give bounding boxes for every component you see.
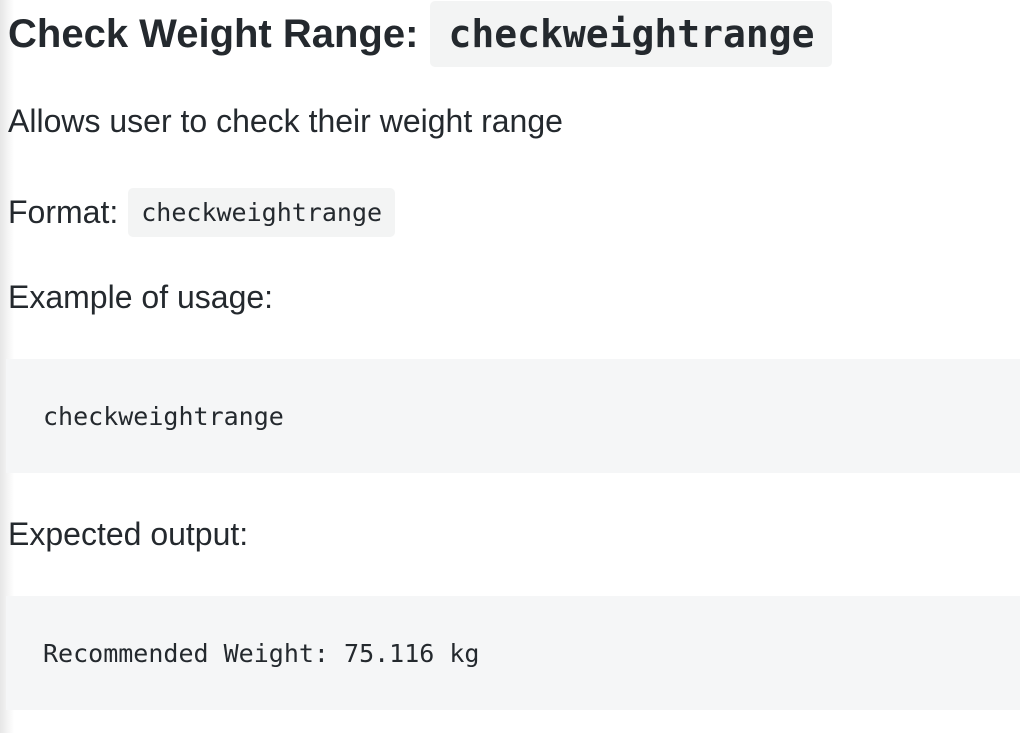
command-description: Allows user to check their weight range: [8, 103, 563, 139]
expected-output-code: Recommended Weight: 75.116 kg: [43, 638, 480, 668]
document-section: Check Weight Range: checkweightrange All…: [6, 0, 1020, 733]
heading-text: Check Weight Range:: [8, 11, 419, 56]
format-code: checkweightrange: [128, 188, 396, 237]
format-line: Format: checkweightrange: [8, 188, 396, 237]
heading-command-code: checkweightrange: [430, 1, 833, 67]
section-heading: Check Weight Range: checkweightrange: [8, 0, 833, 68]
example-code: checkweightrange: [43, 401, 284, 431]
expected-output-block: Recommended Weight: 75.116 kg: [6, 596, 1020, 710]
example-code-block: checkweightrange: [6, 359, 1020, 473]
expected-output-label: Expected output:: [8, 516, 249, 552]
format-label: Format:: [8, 194, 119, 230]
example-label: Example of usage:: [8, 279, 274, 315]
